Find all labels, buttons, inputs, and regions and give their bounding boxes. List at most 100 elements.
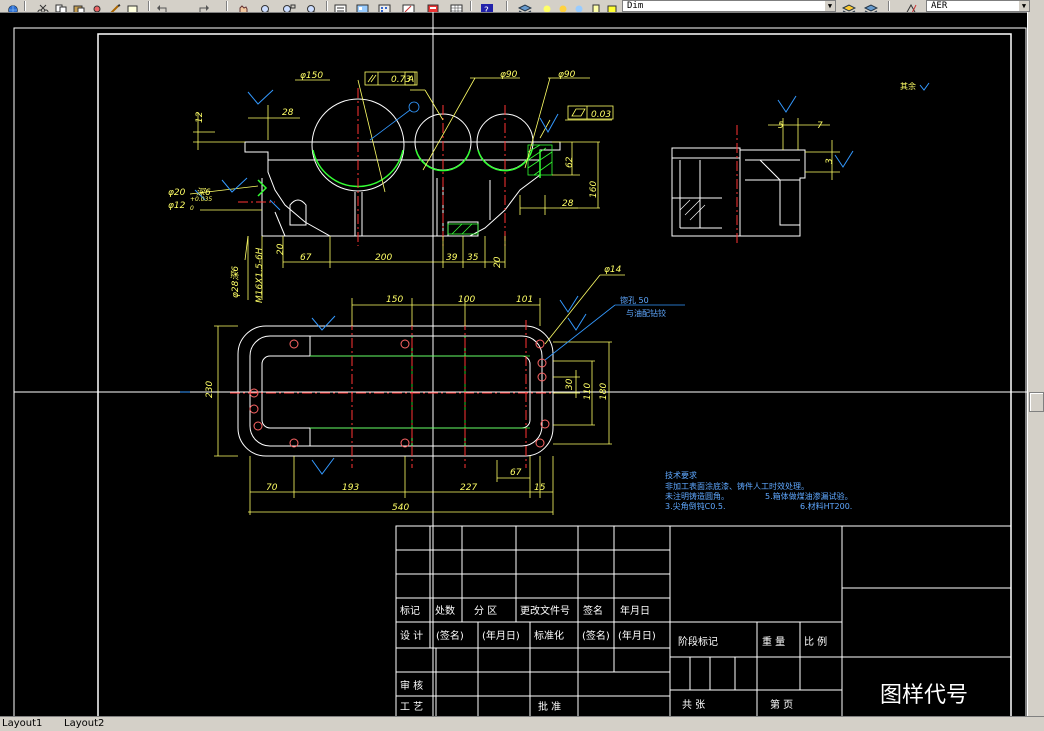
tool-palette-icon[interactable] <box>378 0 392 12</box>
undo-icon[interactable] <box>156 0 170 12</box>
drawing-canvas[interactable]: φ150 0.73 A φ90 φ90 0.03 28 12 62 160 28… <box>0 12 1028 717</box>
tab-layout2[interactable]: Layout2 <box>64 718 104 730</box>
layers-icon[interactable] <box>863 0 879 12</box>
dim-15: 15 <box>534 483 546 493</box>
tb-standard-sign: (签名) <box>582 629 610 642</box>
tb-design-date: (年月日) <box>482 629 520 642</box>
redo-icon[interactable] <box>196 0 210 12</box>
roughness-note: 其余 <box>900 81 916 91</box>
dim-d12-tol: φ12 <box>168 201 186 211</box>
layer-color-icon[interactable] <box>590 0 604 12</box>
style-combo-value: AER <box>931 1 948 11</box>
dim-67: 67 <box>300 253 312 263</box>
calculator-icon[interactable] <box>426 0 440 12</box>
paste-icon[interactable] <box>72 0 86 12</box>
tb-zone: 分 区 <box>474 605 497 617</box>
dim-d90b: φ90 <box>558 70 576 80</box>
block-icon[interactable] <box>126 0 140 12</box>
dim-7: 7 <box>817 121 823 131</box>
dim-30: 30 <box>565 378 575 390</box>
dim-150: 150 <box>386 295 403 305</box>
help-icon[interactable]: ? <box>480 0 494 12</box>
dim-180: 180 <box>599 383 609 400</box>
side-view: 5 7 3 其余 <box>671 81 930 245</box>
tech-note-6: 6.材料HT200. <box>800 501 852 511</box>
flat-tol: 0.03 <box>591 110 611 120</box>
dim-5: 5 <box>778 121 784 131</box>
front-view: φ150 0.73 A φ90 φ90 0.03 28 12 62 160 28… <box>168 70 614 303</box>
scrollbar-thumb[interactable] <box>1029 392 1044 412</box>
tb-standard-date: (年月日) <box>618 629 656 642</box>
dim-110: 110 <box>583 383 593 400</box>
tech-title: 技术要求 <box>665 470 697 480</box>
copy-icon[interactable] <box>54 0 68 12</box>
dim-67: 67 <box>510 468 522 478</box>
properties-icon[interactable] <box>334 0 348 12</box>
chevron-down-icon[interactable]: ▼ <box>825 1 835 11</box>
style-combo[interactable]: AER ▼ <box>926 0 1030 12</box>
tab-layout1[interactable]: Layout1 <box>2 718 42 730</box>
layer-combo-value: Dim <box>627 1 644 11</box>
parallel-datum: A <box>407 75 414 85</box>
dim-20b: 20 <box>493 256 503 268</box>
dim-101: 101 <box>516 295 533 305</box>
chevron-down-icon[interactable]: ▼ <box>1019 1 1029 11</box>
dim-d20: φ20 <box>168 188 186 198</box>
dim-d150: φ150 <box>300 71 323 81</box>
dim-100: 100 <box>458 295 475 305</box>
thread-depth: φ28深6 <box>230 266 241 298</box>
tech-note-2: 未注明铸造圆角。 <box>665 491 729 501</box>
text-style-icon[interactable] <box>904 0 918 12</box>
globe-icon[interactable] <box>6 0 20 12</box>
tb-mark: 标记 <box>400 605 420 617</box>
grid-icon[interactable] <box>450 0 464 12</box>
tb-scale: 比 例 <box>804 635 827 648</box>
dim-227: 227 <box>460 483 477 493</box>
layer-plot-icon[interactable] <box>606 0 620 12</box>
tb-date: 年月日 <box>620 604 650 617</box>
brush-icon[interactable] <box>108 0 122 12</box>
layer-on-icon[interactable] <box>540 0 554 12</box>
dim-12: 12 <box>195 111 205 123</box>
dim-35: 35 <box>467 253 479 263</box>
matchprop-icon[interactable] <box>90 0 104 12</box>
tech-note-3: 3.尖角倒钝C0.5. <box>665 501 725 511</box>
layer-combo[interactable]: Dim ▼ <box>622 0 836 12</box>
tb-review: 审 核 <box>400 679 423 692</box>
dim-d90a: φ90 <box>500 70 518 80</box>
layer-freeze-icon[interactable] <box>556 0 570 12</box>
tol-sup: +0.035 <box>190 196 212 203</box>
zoom-window-icon[interactable] <box>282 0 296 12</box>
layer-manager-icon[interactable] <box>517 0 533 12</box>
design-center-icon[interactable] <box>356 0 370 12</box>
zoom-realtime-icon[interactable] <box>260 0 274 12</box>
tb-count: 处数 <box>435 604 455 617</box>
dim-62: 62 <box>565 156 575 168</box>
callout-counterbore: 锪孔 50 <box>620 295 649 305</box>
tb-approve: 批 准 <box>538 700 561 713</box>
markup-icon[interactable] <box>402 0 416 12</box>
vertical-scrollbar[interactable] <box>1027 12 1044 717</box>
dim-28b: 28 <box>562 199 574 209</box>
tb-design-sign: (签名) <box>436 629 464 642</box>
tb-standard: 标准化 <box>534 629 564 642</box>
layer-lock-icon[interactable] <box>572 0 586 12</box>
cut-icon[interactable] <box>36 0 50 12</box>
title-block-text: 标记 处数 分 区 更改文件号 签名 年月日 设 计 (签名) (年月日) 标准… <box>400 604 968 713</box>
tol-sub: 0 <box>190 205 194 212</box>
dim-70: 70 <box>266 483 278 493</box>
dim-200: 200 <box>375 253 392 263</box>
callout-drill: 与油配钻铰 <box>626 308 666 318</box>
dim-d14: φ14 <box>604 265 622 275</box>
dim-193: 193 <box>342 483 359 493</box>
zoom-previous-icon[interactable] <box>306 0 320 12</box>
tech-notes: 技术要求 非加工表面涂底漆、铸件人工时效处理。 未注明铸造圆角。 5.箱体做煤油… <box>665 470 853 511</box>
layout-tabbar: Layout1 Layout2 <box>0 716 1044 731</box>
dim-28: 28 <box>282 108 294 118</box>
dim-20c: 20 <box>276 243 286 255</box>
tb-design: 设 计 <box>400 629 423 642</box>
layer-previous-icon[interactable] <box>841 0 857 12</box>
tech-note-5: 5.箱体做煤油渗漏试验。 <box>765 491 853 501</box>
pan-icon[interactable] <box>236 0 250 12</box>
dim-540: 540 <box>392 503 409 513</box>
